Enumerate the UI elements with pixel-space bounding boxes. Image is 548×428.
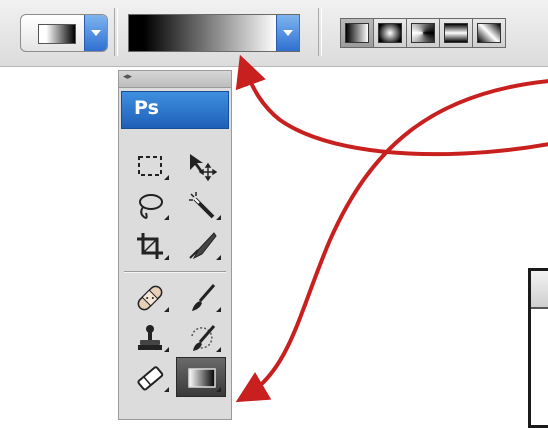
- slice-icon: [189, 232, 217, 260]
- history-brush-tool[interactable]: [176, 317, 226, 357]
- move-icon: [190, 154, 218, 182]
- chevron-down-icon[interactable]: [276, 15, 299, 51]
- spot-healing-brush-icon: [137, 285, 163, 311]
- linear-gradient-icon: [345, 23, 369, 43]
- logo-text: Ps: [134, 97, 159, 119]
- panel-grip[interactable]: ◂▸: [119, 71, 231, 88]
- move-tool[interactable]: [176, 145, 226, 185]
- radial-gradient-button[interactable]: [373, 18, 407, 48]
- angle-gradient-button[interactable]: [406, 18, 440, 48]
- tool-group-selection: [124, 145, 228, 265]
- gradient-picker[interactable]: [128, 14, 300, 52]
- clone-stamp-tool[interactable]: [124, 317, 174, 357]
- lasso-icon: [139, 194, 163, 219]
- gradient-tool-preset-icon: [38, 24, 76, 44]
- magic-wand-tool[interactable]: [176, 185, 226, 225]
- arrow-to-gradient-picker: [235, 54, 548, 157]
- document-window-edge: [528, 268, 548, 428]
- history-brush-icon: [191, 325, 216, 351]
- eraser-icon: [137, 366, 164, 391]
- diamond-gradient-icon: [477, 23, 501, 43]
- slice-tool[interactable]: [176, 225, 226, 265]
- gradient-type-buttons: [340, 18, 506, 48]
- reflected-gradient-icon: [444, 23, 468, 43]
- divider: [318, 8, 322, 56]
- photoshop-logo[interactable]: Ps: [121, 91, 229, 129]
- radial-gradient-icon: [378, 23, 402, 43]
- document-window-titlebar[interactable]: [531, 271, 548, 309]
- collapse-arrows-icon[interactable]: ◂▸: [123, 72, 132, 82]
- brush-tool[interactable]: [176, 277, 226, 317]
- brush-icon: [192, 284, 216, 311]
- diamond-gradient-button[interactable]: [472, 18, 506, 48]
- arrow-to-gradient-tool: [235, 79, 548, 403]
- rectangular-marquee-tool[interactable]: [124, 145, 174, 185]
- rectangular-marquee-icon: [138, 156, 162, 176]
- magic-wand-icon: [189, 192, 215, 219]
- eraser-tool[interactable]: [124, 357, 174, 397]
- crop-icon: [137, 233, 163, 259]
- chevron-down-icon[interactable]: [84, 15, 107, 51]
- lasso-tool[interactable]: [124, 185, 174, 225]
- angle-gradient-icon: [411, 23, 435, 43]
- spot-healing-brush-tool[interactable]: [124, 277, 174, 317]
- gradient-icon: [188, 368, 216, 388]
- crop-tool[interactable]: [124, 225, 174, 265]
- gradient-tool[interactable]: [176, 357, 226, 397]
- options-bar: [0, 0, 548, 67]
- gradient-editor-swatch[interactable]: [129, 15, 277, 51]
- tool-group-retouch: [124, 277, 228, 397]
- tools-panel: ◂▸ Ps: [118, 70, 232, 420]
- linear-gradient-button[interactable]: [340, 18, 374, 48]
- reflected-gradient-button[interactable]: [439, 18, 473, 48]
- tool-preset-picker[interactable]: [20, 14, 108, 52]
- clone-stamp-icon: [138, 325, 162, 350]
- tool-separator: [124, 271, 226, 273]
- divider: [114, 8, 118, 56]
